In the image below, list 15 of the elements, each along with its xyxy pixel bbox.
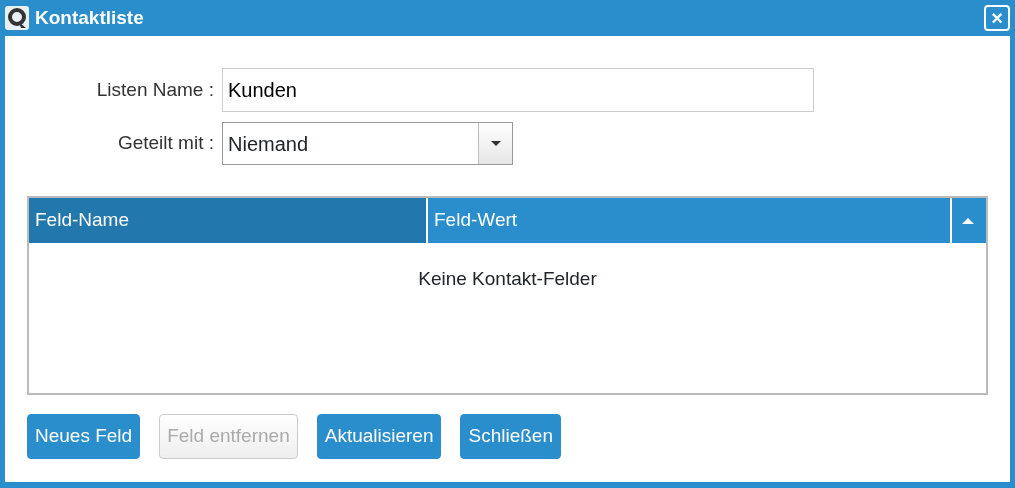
close-button[interactable]: × (984, 5, 1010, 31)
list-name-field[interactable]: Kunden (222, 68, 814, 112)
column-menu-icon[interactable] (962, 217, 974, 224)
window-title: Kontaktliste (35, 5, 144, 30)
app-logo-icon (5, 6, 29, 30)
column-header[interactable]: Feld-Wert (428, 198, 952, 243)
action-button[interactable]: Schließen (460, 414, 561, 459)
action-button[interactable]: Aktualisieren (316, 414, 442, 459)
empty-message: Keine Kontakt-Felder (417, 267, 598, 291)
shared-with-dropdown[interactable]: Niemand (222, 122, 513, 165)
field-label: Geteilt mit : (116, 131, 215, 156)
caret-icon (490, 141, 501, 146)
field-label: Listen Name : (95, 77, 215, 102)
column-header[interactable]: Feld-Name (29, 198, 428, 243)
action-button[interactable]: Neues Feld (27, 414, 141, 459)
